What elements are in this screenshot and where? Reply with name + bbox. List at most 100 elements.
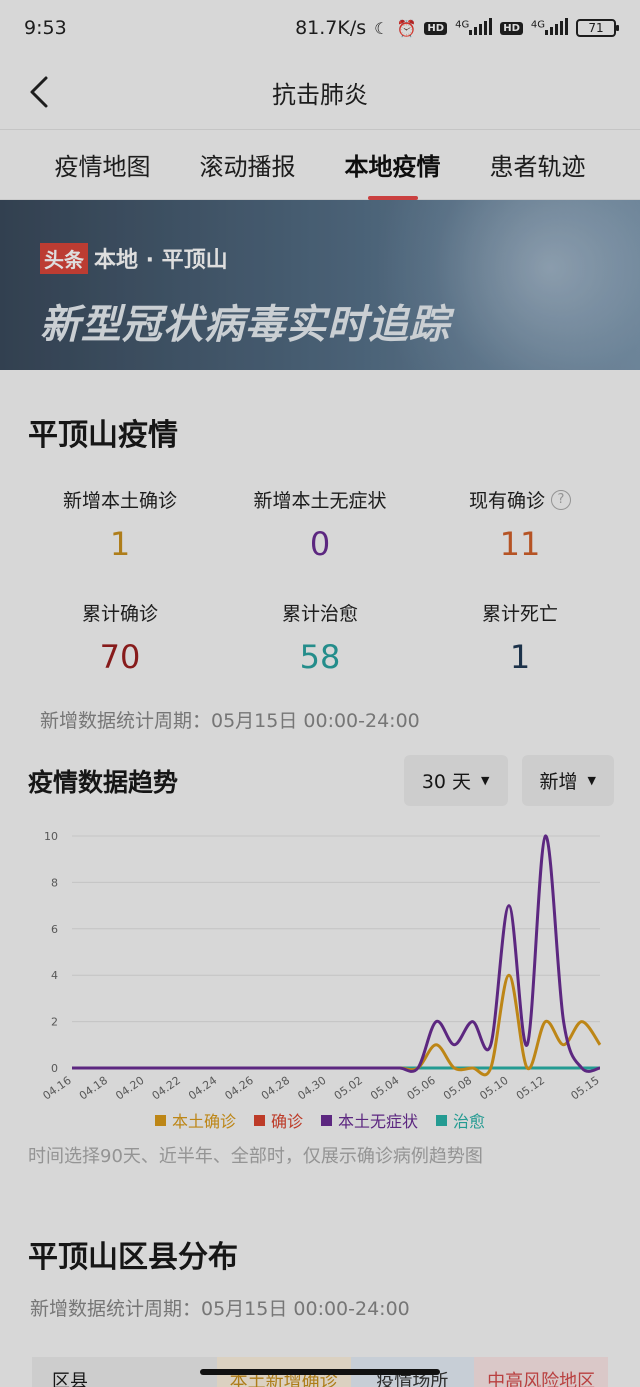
trend-title: 疫情数据趋势 [28,767,179,797]
stat-label: 新增本土无症状 [253,490,387,512]
district-section-title: 平顶山区县分布 [28,1240,238,1275]
x-tick-label: 04.20 [113,1074,146,1103]
status-icons: 81.7K/s ☾ ⏰ HD 4G HD 4G 71 [295,17,619,40]
banner-title: 新型冠状病毒实时追踪 [40,302,450,348]
range-dropdown[interactable]: 30 天 ▼ [403,755,508,806]
signal-1: 4G [455,17,493,40]
tab-bar: 疫情地图 滚动播报 本地疫情 患者轨迹 [0,130,640,200]
alarm-icon: ⏰ [396,18,417,38]
x-tick-label: 04.22 [150,1074,183,1103]
stats-grid: 新增本土确诊 1 新增本土无症状 0 现有确诊? 11 累计确诊 70 累计治愈… [0,468,640,676]
stat-current-confirmed: 现有确诊? 11 [420,486,620,563]
banner-header: 头条 本地 · 平顶山 [40,242,228,274]
stat-value: 0 [309,525,331,563]
column-county[interactable]: 区县 [32,1357,217,1387]
y-tick-label: 8 [51,876,58,889]
stat-value: 70 [99,638,141,676]
stat-new-local-confirmed: 新增本土确诊 1 [20,486,220,563]
x-tick-label: 05.06 [405,1074,438,1103]
trend-header: 疫情数据趋势 30 天 ▼ 新增 ▼ [0,733,640,806]
y-tick-label: 6 [51,923,58,936]
stat-value: 1 [109,525,131,563]
y-tick-label: 2 [51,1016,58,1029]
x-tick-label: 04.24 [186,1074,219,1103]
net-speed: 81.7K/s [295,17,367,39]
x-tick-label: 04.30 [295,1074,328,1103]
legend-item[interactable]: 本土确诊 [154,1108,236,1132]
signal-icon [469,17,493,35]
y-tick-label: 0 [51,1062,58,1075]
x-tick-label: 05.08 [441,1074,474,1103]
x-tick-label: 05.12 [514,1074,547,1103]
x-tick-label: 05.02 [332,1074,365,1103]
caret-down-icon: ▼ [481,774,490,787]
signal-2: 4G [531,17,568,40]
legend-label: 本土无症状 [338,1112,419,1131]
stat-value: 11 [499,525,541,563]
legend-swatch [253,1114,265,1126]
district-period: 新增数据统计周期：05月15日 00:00-24:00 [30,1298,410,1320]
x-tick-label: 05.04 [368,1074,401,1103]
y-tick-label: 10 [44,830,58,843]
tab-patient-track[interactable]: 患者轨迹 [490,135,586,194]
legend-swatch [436,1114,448,1126]
stat-label: 累计治愈 [281,603,358,625]
stat-label-row: 现有确诊? [469,486,571,513]
x-tick-label: 04.18 [77,1074,110,1103]
banner-tag: 头条 [40,242,88,274]
banner[interactable]: 头条 本地 · 平顶山 新型冠状病毒实时追踪 [0,200,640,370]
type-dropdown[interactable]: 新增 ▼ [521,755,614,806]
caret-down-icon: ▼ [587,774,596,787]
help-icon[interactable]: ? [551,489,571,510]
battery-icon: 71 [576,19,619,37]
legend-label: 确诊 [270,1112,303,1131]
trend-note: 时间选择90天、近半年、全部时，仅展示确诊病例趋势图 [28,1146,483,1167]
stat-label: 现有确诊 [468,490,545,512]
hd-icon-2: HD [500,21,523,35]
x-tick-label: 04.16 [40,1074,73,1103]
page-title: 抗击肺炎 [272,81,368,109]
stat-new-local-asymptomatic: 新增本土无症状 0 [220,486,420,563]
banner-location: 本地 · 平顶山 [94,248,228,273]
chevron-left-icon [30,76,48,108]
status-time: 9:53 [24,17,67,39]
chart-legend: 本土确诊 确诊 本土无症状 治愈 [0,1108,640,1132]
tab-rolling-news[interactable]: 滚动播报 [200,135,296,194]
home-indicator[interactable] [200,1369,440,1375]
legend-label: 治愈 [453,1112,486,1131]
x-tick-label: 05.10 [477,1074,510,1103]
x-tick-label: 04.26 [223,1074,256,1103]
range-dropdown-value: 30 天 [421,771,472,793]
y-tick-label: 4 [51,969,58,982]
stat-label: 累计死亡 [481,603,558,625]
column-risk-areas[interactable]: 中高风险地区 [474,1357,609,1387]
epidemic-section-title: 平顶山疫情 [28,418,178,453]
legend-item[interactable]: 本土无症状 [321,1108,418,1132]
legend-swatch [154,1114,166,1126]
nav-bar: 抗击肺炎 [0,56,640,130]
legend-item[interactable]: 确诊 [253,1108,303,1132]
tab-local-epidemic[interactable]: 本地疫情 [345,135,441,194]
back-button[interactable] [22,74,58,110]
trend-chart: 0 2 4 6 8 10 04.16 04.18 04.20 04.22 04.24 04.26 04.… [0,806,640,1106]
stat-value: 58 [299,638,341,676]
moon-icon: ☾ [374,18,389,38]
legend-swatch [321,1114,332,1126]
stat-total-confirmed: 累计确诊 70 [20,599,220,676]
stat-label: 新增本土确诊 [62,490,177,512]
legend-label: 本土确诊 [171,1112,236,1131]
stat-label: 累计确诊 [81,603,158,625]
hd-icon: HD [424,21,448,35]
stat-value: 1 [509,638,531,676]
tab-epidemic-map[interactable]: 疫情地图 [55,135,151,194]
status-bar: 9:53 81.7K/s ☾ ⏰ HD 4G HD 4G 71 [0,0,640,56]
signal-icon-2 [545,17,568,35]
x-tick-label: 04.28 [259,1074,292,1103]
type-dropdown-value: 新增 [539,771,578,793]
stat-total-cured: 累计治愈 58 [220,599,420,676]
stat-total-deaths: 累计死亡 1 [420,599,620,676]
stats-period: 新增数据统计周期：05月15日 00:00-24:00 [40,710,420,732]
legend-item[interactable]: 治愈 [436,1108,485,1132]
x-tick-label: 05.15 [568,1074,601,1103]
trend-chart-svg: 024681004.16 04.18 04.20 04.22 04.24 04.26 04.… [40,830,601,1103]
